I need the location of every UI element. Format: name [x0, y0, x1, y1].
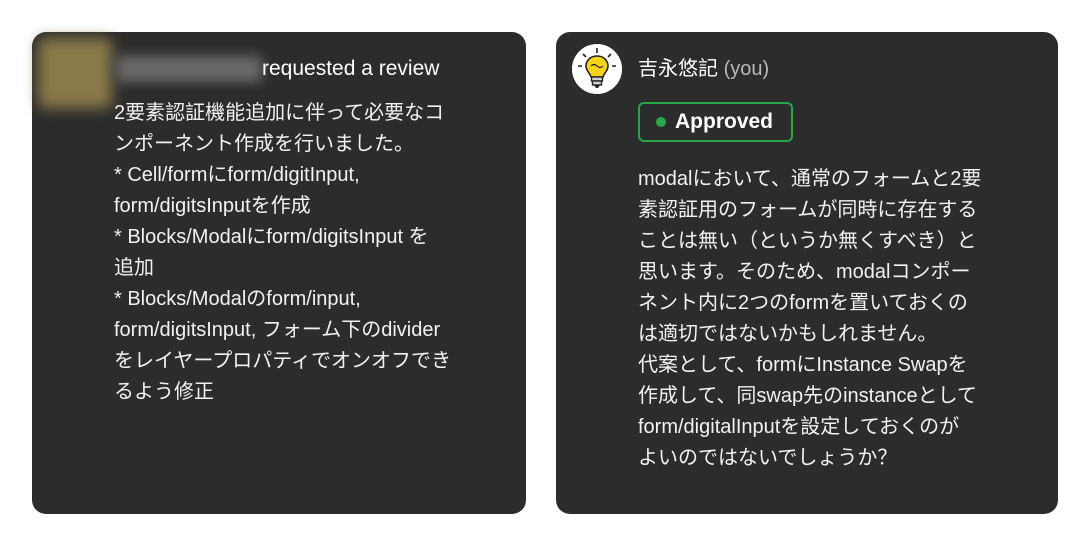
status-dot-icon: [656, 117, 666, 127]
blurred-avatar: [38, 38, 112, 108]
approved-status-label: Approved: [675, 110, 774, 133]
blurred-username: [116, 56, 262, 82]
lightbulb-icon: [572, 44, 622, 94]
review-request-comment: 2要素認証機能追加に伴って必要なコ ンポーネント作成を行いました。 * Cell…: [114, 102, 451, 403]
review-request-card: requested a review 2要素認証機能追加に伴って必要なコ ンポー…: [32, 32, 526, 514]
reviewer-you-suffix: (you): [723, 58, 770, 80]
reviewer-name: 吉永悠記 (you): [638, 56, 769, 82]
review-approval-comment: modalにおいて、通常のフォームと2要 素認証用のフォームが同時に存在する こ…: [638, 168, 982, 469]
review-request-action: requested a review: [262, 57, 440, 80]
approved-status-badge: Approved: [638, 102, 793, 142]
review-approval-card: 吉永悠記 (you) Approved modalにおいて、通常のフォームと2要…: [556, 32, 1058, 514]
reviewer-name-text: 吉永悠記: [638, 58, 718, 80]
